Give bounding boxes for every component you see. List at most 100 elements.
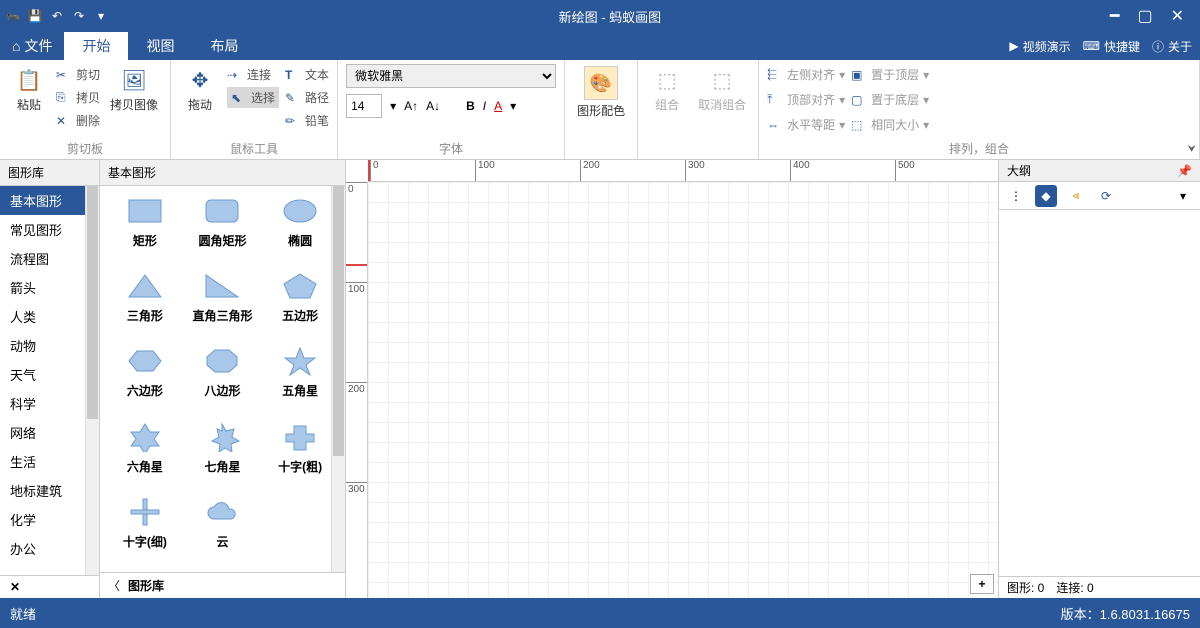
shape-star5[interactable]: 五角星 bbox=[261, 346, 339, 411]
cut-button[interactable]: ✂剪切 bbox=[56, 64, 100, 85]
outline-panel: 大纲 📌 ⋮ ◆ ⪡ ⟳ ▾ 图形: 0 连接: 0 bbox=[998, 160, 1200, 598]
close-icon[interactable]: ✕ bbox=[1171, 6, 1184, 26]
clipboard-group-label: 剪切板 bbox=[8, 138, 162, 157]
status-ready: 就绪 bbox=[10, 604, 36, 623]
tab-view[interactable]: 视图 bbox=[128, 32, 192, 60]
distribute-h-button[interactable]: ⇔水平等距 ▾ bbox=[767, 114, 845, 135]
shape-crossbold[interactable]: 十字(粗) bbox=[261, 422, 339, 487]
send-back-button[interactable]: ▢置于底层 ▾ bbox=[851, 89, 929, 110]
font-color-button[interactable]: A bbox=[494, 99, 502, 113]
delete-icon: ✕ bbox=[56, 114, 72, 128]
shape-panel: 基本图形 矩形圆角矩形椭圆三角形直角三角形五边形六边形八边形五角星六角星七角星十… bbox=[100, 160, 346, 598]
vertical-ruler[interactable]: 0100200300 bbox=[346, 182, 368, 598]
drag-button[interactable]: ✥ 拖动 bbox=[179, 64, 221, 115]
shape-star7[interactable]: 七角星 bbox=[184, 422, 262, 487]
bring-front-button[interactable]: ▣置于顶层 ▾ bbox=[851, 64, 929, 85]
status-version: 版本：1.6.8031.16675 bbox=[1061, 604, 1190, 623]
connect-button[interactable]: ⇢连接 bbox=[227, 64, 279, 85]
tab-layout[interactable]: 布局 bbox=[192, 32, 256, 60]
size-icon: ⬚ bbox=[851, 118, 867, 132]
connection-count: 连接: 0 bbox=[1056, 579, 1093, 596]
shape-star6[interactable]: 六角星 bbox=[106, 422, 184, 487]
bold-button[interactable]: B bbox=[466, 99, 475, 113]
shape-cloud[interactable]: 云 bbox=[184, 497, 262, 562]
grow-font-button[interactable]: A↑ bbox=[404, 99, 418, 113]
font-color-dropdown-icon[interactable]: ▾ bbox=[510, 99, 516, 113]
pencil-icon: ✏ bbox=[285, 114, 301, 128]
distribute-icon: ⇔ bbox=[767, 118, 783, 132]
align-group-label: 排列，组合 bbox=[767, 138, 1191, 157]
ribbon-expand-icon[interactable]: ⮟ bbox=[1188, 144, 1197, 155]
ungroup-icon: ⬚ bbox=[708, 66, 736, 94]
outline-shape-icon[interactable]: ◆ bbox=[1035, 185, 1057, 207]
outline-dropdown-icon[interactable]: ▾ bbox=[1172, 185, 1194, 207]
path-button[interactable]: ✎路径 bbox=[285, 87, 329, 108]
app-icon: 🐜 bbox=[4, 7, 22, 25]
mouse-group-label: 鼠标工具 bbox=[179, 138, 329, 157]
align-top-button[interactable]: ⤒顶部对齐 ▾ bbox=[767, 89, 845, 110]
qat-dropdown-icon[interactable]: ▾ bbox=[92, 7, 110, 25]
category-scrollbar[interactable] bbox=[85, 186, 99, 575]
italic-button[interactable]: I bbox=[483, 99, 486, 113]
outline-header: 大纲 bbox=[1007, 162, 1031, 179]
maximize-icon[interactable]: ▢ bbox=[1137, 6, 1152, 26]
qat-save-icon[interactable]: 💾 bbox=[26, 7, 44, 25]
back-icon: ▢ bbox=[851, 93, 867, 107]
shape-scrollbar[interactable] bbox=[331, 186, 345, 572]
workarea: 图形库 基本图形常见图形流程图箭头人类动物天气科学网络生活地标建筑化学办公 ✕ … bbox=[0, 160, 1200, 598]
copy-icon: ⎘ bbox=[56, 90, 72, 105]
shape-triangle[interactable]: 三角形 bbox=[106, 271, 184, 336]
redo-icon[interactable]: ↷ bbox=[70, 7, 88, 25]
front-icon: ▣ bbox=[851, 68, 867, 82]
copy-image-button[interactable]: 🖼 拷贝图像 bbox=[106, 64, 162, 115]
shape-count: 图形: 0 bbox=[1007, 579, 1044, 596]
copy-button[interactable]: ⎘拷贝 bbox=[56, 87, 100, 108]
text-button[interactable]: T文本 bbox=[285, 64, 329, 85]
paste-button[interactable]: 📋 粘贴 bbox=[8, 64, 50, 115]
cut-icon: ✂ bbox=[56, 68, 72, 82]
align-left-button[interactable]: ⬱左侧对齐 ▾ bbox=[767, 64, 845, 85]
minimize-icon[interactable]: ━ bbox=[1110, 6, 1120, 26]
select-icon: ⬉ bbox=[231, 91, 247, 105]
about-link[interactable]: ⓘ 关于 bbox=[1152, 38, 1192, 55]
group-button[interactable]: ⬚ 组合 bbox=[646, 64, 688, 115]
delete-button[interactable]: ✕删除 bbox=[56, 110, 100, 131]
font-size-input[interactable] bbox=[346, 94, 382, 118]
shrink-font-button[interactable]: A↓ bbox=[426, 99, 440, 113]
horizontal-ruler[interactable]: 0100200300400500 bbox=[368, 160, 998, 182]
font-family-select[interactable]: 微软雅黑 bbox=[346, 64, 556, 88]
share-icon[interactable]: ⪡ bbox=[1065, 185, 1087, 207]
shape-righttriangle[interactable]: 直角三角形 bbox=[184, 271, 262, 336]
ungroup-button[interactable]: ⬚ 取消组合 bbox=[694, 64, 750, 115]
pencil-button[interactable]: ✏铅笔 bbox=[285, 110, 329, 131]
shape-library-footer[interactable]: 图形库 bbox=[128, 577, 164, 594]
shape-roundrect[interactable]: 圆角矩形 bbox=[184, 196, 262, 261]
outline-menu-icon[interactable]: ⋮ bbox=[1005, 185, 1027, 207]
pin-icon[interactable]: 📌 bbox=[1177, 164, 1192, 178]
shape-rect[interactable]: 矩形 bbox=[106, 196, 184, 261]
shape-library-back-icon[interactable]: 〈 bbox=[108, 577, 120, 594]
zoom-plus-button[interactable]: + bbox=[970, 574, 994, 594]
shape-hexagon[interactable]: 六边形 bbox=[106, 346, 184, 411]
shape-octagon[interactable]: 八边形 bbox=[184, 346, 262, 411]
refresh-icon[interactable]: ⟳ bbox=[1095, 185, 1117, 207]
canvas[interactable]: + bbox=[368, 182, 998, 598]
group-icon: ⬚ bbox=[653, 66, 681, 94]
path-icon: ✎ bbox=[285, 91, 301, 105]
shape-pentagon[interactable]: 五边形 bbox=[261, 271, 339, 336]
file-menu[interactable]: ⌂ 文件 bbox=[0, 32, 64, 60]
undo-icon[interactable]: ↶ bbox=[48, 7, 66, 25]
tab-start[interactable]: 开始 bbox=[64, 32, 128, 60]
video-demo-link[interactable]: ▶ 视频演示 bbox=[1009, 38, 1070, 55]
font-size-dropdown-icon[interactable]: ▾ bbox=[390, 99, 396, 113]
shortcut-link[interactable]: ⌨ 快捷键 bbox=[1083, 38, 1140, 55]
shape-crossthin[interactable]: 十字(细) bbox=[106, 497, 184, 562]
menubar: ⌂ 文件 开始 视图 布局 ▶ 视频演示 ⌨ 快捷键 ⓘ 关于 bbox=[0, 32, 1200, 60]
same-size-button[interactable]: ⬚相同大小 ▾ bbox=[851, 114, 929, 135]
shape-category-panel: 图形库 基本图形常见图形流程图箭头人类动物天气科学网络生活地标建筑化学办公 ✕ bbox=[0, 160, 100, 598]
shape-ellipse[interactable]: 椭圆 bbox=[261, 196, 339, 261]
close-panel-button[interactable]: ✕ bbox=[0, 575, 99, 598]
statusbar: 就绪 版本：1.6.8031.16675 bbox=[0, 598, 1200, 628]
shape-color-button[interactable]: 🎨 图形配色 bbox=[573, 64, 629, 121]
select-button[interactable]: ⬉选择 bbox=[227, 87, 279, 108]
